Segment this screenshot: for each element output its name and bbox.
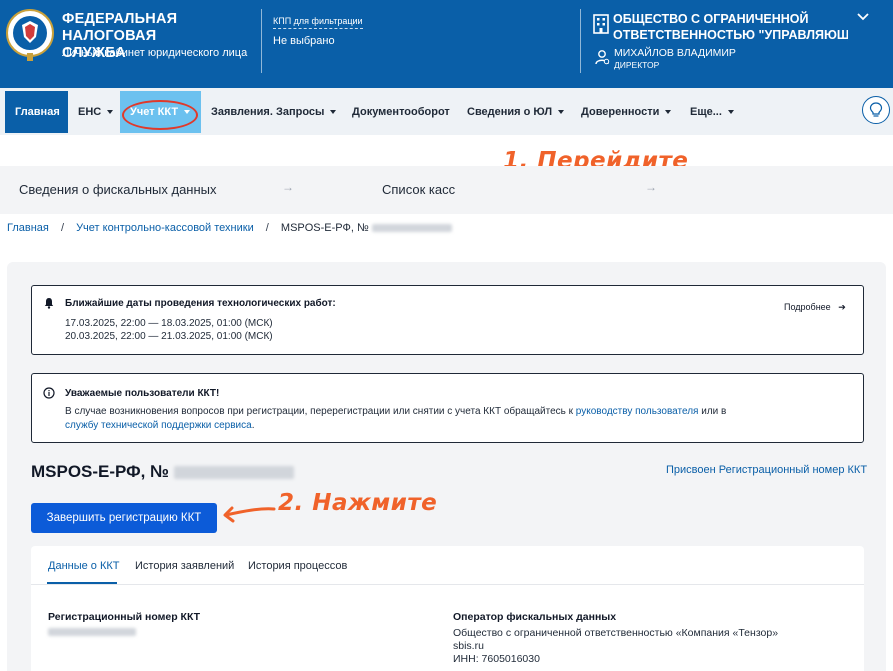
nav-item-label: Сведения о ЮЛ bbox=[467, 106, 553, 118]
nav-item-applications[interactable]: Заявления. Запросы bbox=[201, 91, 346, 133]
organization-name-line2: ОТВЕТСТВЕННОСТЬЮ "УПРАВЛЯЮЩ... bbox=[613, 28, 848, 42]
chevron-down-icon[interactable] bbox=[856, 12, 870, 22]
nav-item-label: ЕНС bbox=[78, 106, 102, 118]
maintenance-date-2: 20.03.2025, 22:00 — 21.03.2025, 01:00 (М… bbox=[65, 331, 273, 342]
breadcrumb-home-link[interactable]: Главная bbox=[7, 222, 49, 234]
info-alert-text: В случае возникновения вопросов при реги… bbox=[65, 405, 845, 433]
user-guide-link[interactable]: руководству пользователя bbox=[576, 406, 699, 417]
ofd-name: Общество с ограниченной ответственностью… bbox=[453, 627, 779, 639]
tab-process-history[interactable]: История процессов bbox=[248, 560, 347, 572]
kpp-filter-label: КПП для фильтрации bbox=[273, 16, 363, 29]
breadcrumb-current: MSPOS-E-РФ, № bbox=[280, 222, 369, 234]
caret-down-icon bbox=[665, 110, 672, 114]
user-name[interactable]: МИХАЙЛОВ ВЛАДИМИР bbox=[614, 47, 736, 59]
maintenance-date-1: 17.03.2025, 22:00 — 18.03.2025, 01:00 (М… bbox=[65, 318, 273, 329]
caret-down-icon bbox=[184, 110, 191, 114]
nav-item-label: Документооборот bbox=[352, 106, 450, 118]
kkt-title: MSPOS-E-РФ, № bbox=[31, 462, 294, 482]
breadcrumb: Главная / Учет контрольно-кассовой техни… bbox=[7, 222, 452, 234]
maintenance-alert-title: Ближайшие даты проведения технологически… bbox=[65, 298, 336, 309]
breadcrumb-separator: / bbox=[265, 222, 269, 234]
redacted-serial-number bbox=[173, 466, 294, 480]
arrow-right-icon: → bbox=[645, 180, 657, 194]
breadcrumb-separator: / bbox=[60, 222, 64, 234]
lightbulb-icon bbox=[869, 102, 883, 117]
kkt-model-name: MSPOS-E-РФ, № bbox=[31, 462, 170, 481]
nav-item-docflow[interactable]: Документооборот bbox=[342, 91, 460, 133]
nav-item-power-of-attorney[interactable]: Доверенности bbox=[571, 91, 681, 133]
info-alert-text-part: В случае возникновения вопросов при реги… bbox=[65, 406, 576, 417]
nav-item-more[interactable]: Еще... bbox=[680, 91, 744, 133]
tab-kkt-data[interactable]: Данные о ККТ bbox=[48, 560, 120, 572]
ofd-label: Оператор фискальных данных bbox=[453, 611, 617, 623]
fns-emblem-icon bbox=[6, 9, 54, 61]
maintenance-more-link[interactable]: Подробнее ➔ bbox=[784, 302, 846, 313]
arrow-right-icon: ➔ bbox=[838, 302, 846, 312]
redacted-serial-number bbox=[371, 224, 452, 233]
app-header: ФЕДЕРАЛЬНАЯ НАЛОГОВАЯ СЛУЖБА Личный каби… bbox=[0, 0, 893, 88]
nav-item-label: Учет ККТ bbox=[130, 106, 179, 118]
tab-application-history[interactable]: История заявлений bbox=[135, 560, 234, 572]
nav-item-home[interactable]: Главная bbox=[5, 91, 68, 133]
caret-down-icon bbox=[107, 110, 114, 114]
info-alert-text-part: или в bbox=[698, 406, 727, 417]
nav-item-ens[interactable]: ЕНС bbox=[68, 91, 123, 133]
user-role: ДИРЕКТОР bbox=[614, 60, 660, 70]
brand-subtitle: Личный кабинет юридического лица bbox=[62, 47, 248, 59]
subnav-cash-register-list-link[interactable]: Список касс bbox=[382, 182, 455, 197]
nav-item-label: Доверенности bbox=[581, 106, 660, 118]
organization-name[interactable]: ОБЩЕСТВО С ОГРАНИЧЕННОЙ ОТВЕТСТВЕННОСТЬЮ… bbox=[613, 11, 848, 43]
redacted-reg-number bbox=[48, 628, 136, 636]
info-icon bbox=[43, 387, 55, 399]
arrow-right-icon: → bbox=[282, 180, 294, 194]
caret-down-icon bbox=[727, 110, 734, 114]
finish-registration-button[interactable]: Завершить регистрацию ККТ bbox=[31, 503, 217, 533]
nav-item-kkt[interactable]: Учет ККТ bbox=[120, 91, 201, 133]
caret-down-icon bbox=[558, 110, 565, 114]
support-service-link[interactable]: службу технической поддержки сервиса bbox=[65, 420, 252, 431]
registration-status-link[interactable]: Присвоен Регистрационный номер ККТ bbox=[666, 464, 867, 476]
user-icon bbox=[595, 50, 610, 65]
subnav-fiscal-data-link[interactable]: Сведения о фискальных данных bbox=[19, 182, 217, 197]
kpp-filter[interactable]: КПП для фильтрации Не выбрано bbox=[273, 11, 373, 47]
lightbulb-button[interactable] bbox=[862, 96, 890, 124]
building-icon bbox=[593, 14, 609, 34]
info-alert-text-part: . bbox=[251, 420, 255, 431]
nav-item-company-info[interactable]: Сведения о ЮЛ bbox=[457, 91, 574, 133]
header-divider bbox=[261, 9, 262, 73]
nav-item-label: Главная bbox=[15, 106, 60, 118]
kpp-filter-value[interactable]: Не выбрано bbox=[273, 35, 373, 47]
organization-name-line1: ОБЩЕСТВО С ОГРАНИЧЕННОЙ bbox=[613, 12, 809, 26]
nav-item-label: Еще... bbox=[690, 106, 722, 118]
info-alert-title: Уважаемые пользователи ККТ! bbox=[65, 388, 220, 399]
nav-item-label: Заявления. Запросы bbox=[211, 106, 325, 118]
ofd-inn: ИНН: 7605016030 bbox=[453, 653, 540, 665]
reg-number-label: Регистрационный номер ККТ bbox=[48, 611, 201, 623]
annotation-step-2: 2. Нажмите bbox=[278, 490, 438, 516]
breadcrumb-kkt-link[interactable]: Учет контрольно-кассовой техники bbox=[76, 222, 254, 234]
ofd-site: sbis.ru bbox=[453, 640, 484, 652]
header-divider bbox=[580, 9, 581, 73]
annotation-arrow-icon bbox=[223, 506, 276, 523]
caret-down-icon bbox=[330, 110, 337, 114]
tabs-divider bbox=[31, 584, 864, 585]
bell-icon bbox=[44, 298, 54, 309]
maintenance-more-label: Подробнее bbox=[784, 302, 831, 312]
